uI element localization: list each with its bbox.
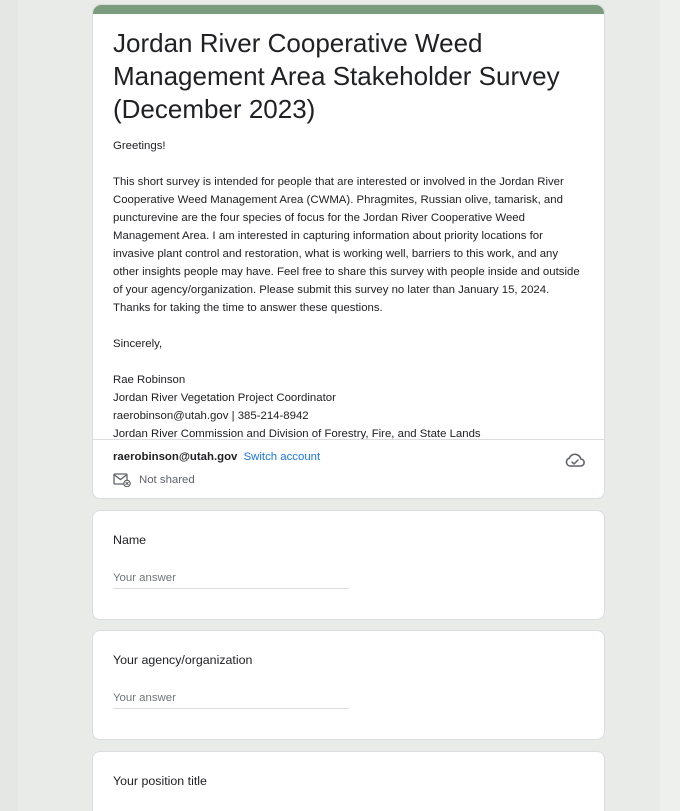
description-greeting: Greetings!: [113, 140, 166, 152]
signature-name: Rae Robinson: [113, 374, 186, 386]
question-card-agency: Your agency/organization: [92, 630, 605, 740]
page-margin-right: [660, 0, 680, 811]
question-label: Name: [113, 533, 147, 547]
question-card-name: Name: [92, 510, 605, 620]
description-closing: Sincerely,: [113, 338, 163, 350]
header-accent-bar: [93, 5, 604, 14]
signature-contact: raerobinson@utah.gov | 385-214-8942: [113, 410, 309, 422]
account-email: raerobinson@utah.gov: [113, 451, 238, 463]
not-shared-row: Not shared: [113, 473, 584, 487]
question-label: Your agency/organization: [113, 653, 253, 667]
question-card-position: Your position title: [92, 751, 605, 811]
page-margin-left: [0, 0, 18, 811]
name-answer-input[interactable]: [113, 568, 349, 589]
form-description: Greetings! This short survey is intended…: [113, 137, 584, 443]
account-line: raerobinson@utah.gov Switch account: [113, 449, 584, 465]
agency-answer-input[interactable]: [113, 688, 349, 709]
shared-status: Not shared: [139, 474, 195, 486]
switch-account-link[interactable]: Switch account: [244, 451, 321, 463]
question-label: Your position title: [113, 774, 207, 788]
cloud-saved-icon: [565, 453, 585, 467]
form-header-card: Jordan River Cooperative Weed Management…: [92, 4, 605, 499]
description-body: This short survey is intended for people…: [113, 176, 580, 314]
header-content: Jordan River Cooperative Weed Management…: [93, 14, 604, 443]
mail-not-shared-icon: [113, 473, 131, 487]
signature-role: Jordan River Vegetation Project Coordina…: [113, 392, 336, 404]
form-title: Jordan River Cooperative Weed Management…: [113, 28, 560, 124]
account-row: raerobinson@utah.gov Switch account Not …: [93, 439, 604, 487]
